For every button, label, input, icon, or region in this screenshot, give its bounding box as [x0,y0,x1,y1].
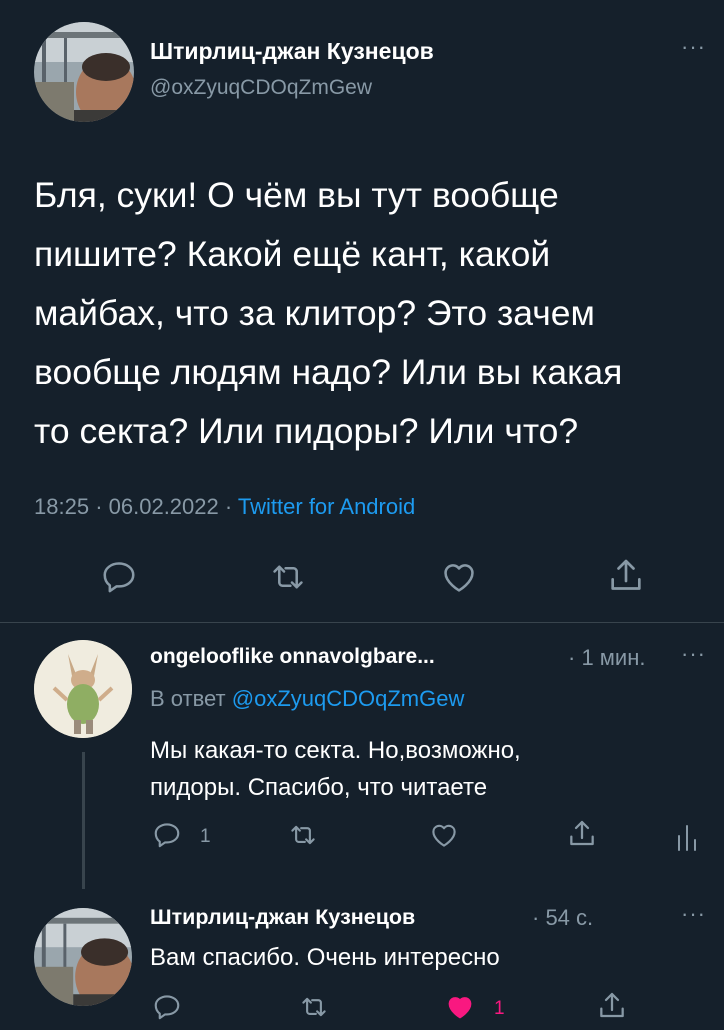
tweet-text-line: вообще людям надо? Или вы какая [34,352,623,392]
retweet-icon[interactable] [268,558,308,596]
reply-count: 1 [200,826,211,847]
reply-time[interactable]: · 54 с. [532,905,593,931]
share-icon[interactable] [606,556,646,596]
tweet-date[interactable]: 06.02.2022 [109,494,219,519]
thread-line [82,752,85,889]
reply-to: В ответ @oxZyuqCDOqZmGew [150,686,464,712]
like-count: 1 [494,998,505,1019]
tweet-time[interactable]: 18:25 [34,494,89,519]
reply-text-line: пидоры. Спасибо, что читаете [150,774,488,801]
analytics-icon[interactable] [676,820,698,852]
like-icon[interactable] [439,558,479,596]
reply-icon[interactable] [100,558,138,596]
reply-text-line: Мы какая-то секта. Но,возможно, [150,737,521,764]
reply-text: Мы какая-то секта. Но,возможно, пидоры. … [150,732,521,806]
reply-to-prefix: В ответ [150,686,226,711]
reply-icon[interactable] [152,992,182,1022]
meta-separator: · [95,494,103,519]
share-icon[interactable] [596,990,628,1022]
like-icon[interactable] [428,820,460,850]
reply-text: Вам спасибо. Очень интересно [150,944,500,971]
reply-author-name[interactable]: Штирлиц-джан Кузнецов [150,905,415,930]
reply-time[interactable]: · 1 мин. [568,645,645,671]
meta-separator: · [224,494,233,519]
reply-icon[interactable] [152,820,182,850]
more-icon[interactable]: ··· [681,34,706,60]
tweet-source[interactable]: Twitter for Android [238,494,415,519]
tweet-text: Бля, суки! О чём вы тут вообще пишите? К… [34,166,622,461]
reply-avatar[interactable] [34,640,132,738]
tweet-meta: 18:25 · 06.02.2022 · Twitter for Android [34,494,415,520]
tweet-text-line: то секта? Или пидоры? Или что? [34,411,579,451]
retweet-icon[interactable] [298,992,330,1022]
like-filled-icon[interactable] [444,992,476,1022]
more-icon[interactable]: ··· [681,901,706,927]
tweet-text-line: майбах, что за клитор? Это зачем [34,293,595,333]
author-handle[interactable]: @oxZyuqCDOqZmGew [150,76,372,100]
reply-to-handle[interactable]: @oxZyuqCDOqZmGew [232,686,465,711]
reply-author-name[interactable]: ongelooflike onnavolgbare... [150,645,435,669]
divider [0,622,724,623]
author-avatar[interactable] [34,22,134,122]
retweet-icon[interactable] [287,820,319,850]
more-icon[interactable]: ··· [681,641,706,667]
share-icon[interactable] [566,818,598,850]
author-name[interactable]: Штирлиц-джан Кузнецов [150,38,434,65]
tweet-text-line: Бля, суки! О чём вы тут вообще [34,175,559,215]
tweet-text-line: пишите? Какой ещё кант, какой [34,234,551,274]
reply-avatar[interactable] [34,908,132,1006]
